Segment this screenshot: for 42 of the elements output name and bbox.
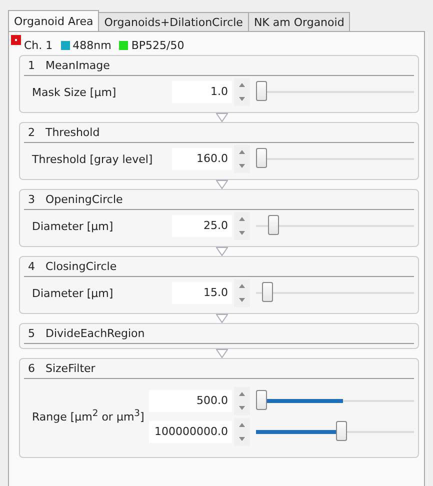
slider[interactable] [256, 282, 414, 304]
spin-buttons[interactable] [234, 78, 250, 106]
number-field[interactable]: 15.0 [172, 282, 232, 304]
number-field[interactable]: 1.0 [172, 81, 232, 103]
slider[interactable] [256, 390, 414, 412]
step-title: 4 ClosingCircle [24, 257, 414, 277]
slider-thumb[interactable] [268, 215, 279, 235]
slider-thumb[interactable] [256, 81, 267, 101]
number-field[interactable]: 160.0 [172, 148, 232, 170]
tab[interactable]: Organoids+DilationCircle [98, 12, 249, 31]
spin-buttons[interactable] [234, 279, 250, 307]
parameter-label: Diameter [µm] [32, 286, 114, 300]
slider-thumb[interactable] [256, 148, 267, 168]
tab[interactable]: Organoid Area [8, 10, 100, 31]
spin-buttons[interactable] [234, 212, 250, 240]
channel-label: Ch. 1 [24, 38, 53, 52]
parameter-label: Mask Size [µm] [32, 86, 118, 98]
step-title: 1 MeanImage [24, 56, 414, 76]
slider-thumb[interactable] [336, 420, 348, 440]
number-field[interactable]: 25.0 [172, 215, 232, 237]
legend-label: 488nm [72, 38, 112, 52]
tab[interactable]: NK am Organoid [248, 12, 350, 31]
parameter-label: Range [µm$^{2}$ or µm$^{3}$] [32, 408, 144, 424]
step-title: 6 SizeFilter [24, 359, 414, 379]
slider-thumb[interactable] [262, 282, 273, 302]
spin-buttons[interactable] [234, 386, 250, 414]
slider[interactable] [256, 148, 414, 170]
slider[interactable] [256, 420, 414, 442]
slider[interactable] [256, 215, 414, 237]
marker-icon [11, 35, 21, 45]
parameter-label: Diameter [µm] [32, 220, 114, 232]
number-field[interactable]: 100000000.0 [149, 420, 232, 442]
spin-buttons[interactable] [234, 418, 250, 446]
number-field[interactable]: 500.0 [149, 390, 232, 412]
legend-label: BP525/50 [131, 38, 184, 52]
slider-thumb[interactable] [256, 390, 267, 410]
step-title: 2 Threshold [24, 123, 414, 143]
parameter-label: Threshold [gray level] [32, 152, 154, 166]
step-title: 5 DivideEachRegion [24, 324, 414, 344]
step-title: 3 OpeningCircle [24, 190, 414, 210]
spin-buttons[interactable] [234, 145, 250, 173]
slider[interactable] [256, 81, 414, 103]
